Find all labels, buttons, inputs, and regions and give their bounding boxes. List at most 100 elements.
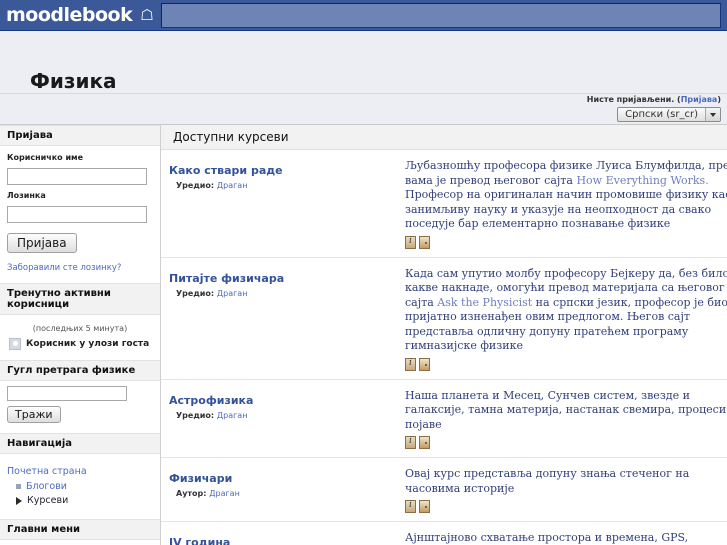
username-label: Корисничко име: [7, 153, 84, 162]
course-summary-text: представља одличну допуну пратећем прогр…: [405, 324, 689, 338]
course-summary-link[interactable]: Ask the Physicist: [437, 296, 532, 309]
course-teacher-role: Уредио:: [176, 288, 217, 298]
course-summary-line: вама је превод његовог сајта How Everyth…: [405, 174, 727, 189]
course-row: Физичари Аутор: Драган Овај курс представљ…: [161, 458, 727, 523]
guest-access-icon[interactable]: [419, 235, 430, 249]
block-google-search-title: Гугл претрага физике: [0, 360, 160, 381]
course-summary-line: поседује бар елементарно познавање физик…: [405, 217, 727, 232]
login-button[interactable]: Пријава: [7, 233, 77, 253]
course-summary: Овај курс представља допуну знања стечен…: [405, 467, 727, 514]
course-teacher-link[interactable]: Драган: [217, 411, 248, 420]
course-summary-text: занимљиву науку и указује на неопходност…: [405, 202, 712, 216]
course-summary-line: занимљиву науку и указује на неопходност…: [405, 203, 727, 218]
course-row-left: Како ствари раде Уредио: Драган: [161, 159, 405, 249]
site-brand-logo[interactable]: moodlebook: [0, 4, 133, 26]
avatar: [9, 338, 21, 350]
info-icon[interactable]: [405, 235, 416, 249]
global-search-input[interactable]: [161, 3, 721, 28]
course-summary-text: Љубазношћу професора физике Луиса Блумфи…: [405, 159, 727, 172]
password-input[interactable]: [7, 206, 147, 223]
course-teacher-meta: Уредио: Драган: [169, 181, 405, 190]
block-online-users-body: (последњих 5 минута) Корисник у улози го…: [0, 315, 160, 354]
info-icon[interactable]: [405, 436, 416, 450]
info-icon[interactable]: [405, 500, 416, 514]
course-row: Астрофизика Уредио: Драган Наша планета и …: [161, 380, 727, 459]
chevron-right-icon[interactable]: [16, 496, 22, 505]
course-teacher-link[interactable]: Драган: [217, 181, 248, 190]
guest-access-icon[interactable]: [419, 357, 430, 371]
course-row-left: Физичари Аутор: Драган: [161, 467, 405, 513]
course-summary-line: представља одличну допуну пратећем прогр…: [405, 325, 727, 340]
block-main-menu-title: Главни мени: [0, 519, 160, 540]
sidebar-item-blogs[interactable]: Блогови: [7, 481, 153, 492]
course-summary-text: Наша планета и Месец, Сунчев систем, зве…: [405, 388, 690, 402]
course-summary-text: какве накнаде, омогући превод материјала…: [405, 281, 725, 295]
course-badges: [405, 357, 727, 371]
course-summary-line: Љубазношћу професора физике Луиса Блумфи…: [405, 159, 727, 174]
navigation-link-label[interactable]: Блогови: [26, 481, 67, 492]
info-icon[interactable]: [405, 357, 416, 371]
course-summary-text: пријатно изненађен овим предлогом. Његов…: [405, 310, 690, 324]
online-user-item[interactable]: Корисник у улози госта: [7, 338, 153, 350]
home-icon[interactable]: ☖: [140, 7, 153, 23]
block-online-users: Тренутно активни корисници (последњих 5 …: [0, 283, 160, 354]
course-summary-line: часовима историје: [405, 482, 727, 497]
block-login-title: Пријава: [0, 125, 160, 146]
block-login: Пријава Корисничко име Лозинка Пријава З…: [0, 125, 160, 277]
course-summary-line: сајта Ask the Physicist на српски језик,…: [405, 296, 727, 311]
course-summary: Наша планета и Месец, Сунчев систем, зве…: [405, 389, 727, 450]
language-select-value: Српски (sr_cr): [625, 109, 698, 120]
sidebar-item-courses[interactable]: Курсеви: [7, 495, 153, 506]
course-list: Како ствари раде Уредио: Драган Љубазношћу…: [161, 150, 727, 545]
course-link[interactable]: IV година: [169, 536, 230, 545]
block-main-menu-body: Занимљива физика Елементарне честице Аст…: [0, 540, 160, 545]
course-badges: [405, 436, 727, 450]
course-link[interactable]: Астрофизика: [169, 394, 253, 407]
login-status-suffix: ): [717, 95, 721, 104]
forgot-password-link[interactable]: Заборавили сте лозинку?: [7, 263, 153, 273]
course-teacher-link[interactable]: Драган: [217, 289, 248, 298]
google-search-input[interactable]: [7, 386, 127, 401]
google-search-button[interactable]: Тражи: [7, 406, 61, 423]
login-status-text: Нисте пријављени. (Пријава): [587, 95, 721, 104]
course-row-left: Питајте физичара Уредио: Драган: [161, 267, 405, 371]
course-row-left: Астрофизика Уредио: Драган: [161, 389, 405, 450]
navigation-link-label[interactable]: Курсеви: [27, 495, 68, 506]
course-row: Како ствари раде Уредио: Драган Љубазношћу…: [161, 150, 727, 258]
course-summary-line: гимназијске физике: [405, 339, 727, 354]
course-teacher-meta: Аутор: Драган: [169, 489, 405, 498]
top-navigation-bar: moodlebook ☖ 👤: [0, 0, 727, 31]
course-summary-text: појаве: [405, 417, 442, 431]
navigation-list: Почетна страна Блогови Курсеви: [7, 459, 153, 506]
course-summary-line: Када сам упутио молбу професору Бејкеру …: [405, 267, 727, 282]
course-summary-line: пријатно изненађен овим предлогом. Његов…: [405, 310, 727, 325]
course-summary-line: галаксије, тамна материја, настанак свем…: [405, 403, 727, 418]
course-link[interactable]: Физичари: [169, 472, 232, 485]
block-navigation: Навигација Почетна страна Блогови Курсев…: [0, 433, 160, 513]
course-teacher-link[interactable]: Драган: [209, 489, 240, 498]
course-summary-line: какве накнаде, омогући превод материјала…: [405, 281, 727, 296]
course-teacher-role: Уредио:: [176, 181, 217, 190]
sidebar-item-home[interactable]: Почетна страна: [7, 459, 153, 478]
course-link[interactable]: Како ствари раде: [169, 164, 283, 177]
block-login-body: Корисничко име Лозинка Пријава Заборавил…: [0, 146, 160, 277]
course-summary-link[interactable]: How Everything Works.: [576, 174, 708, 187]
guest-access-icon[interactable]: [419, 436, 430, 450]
course-teacher-role: Уредио:: [176, 410, 217, 420]
course-summary-text: Овај курс представља допуну знања стечен…: [405, 467, 690, 481]
guest-access-icon[interactable]: [419, 500, 430, 514]
password-label: Лозинка: [7, 191, 46, 200]
block-navigation-body: Почетна страна Блогови Курсеви: [0, 454, 160, 513]
course-summary-text: Професор на оригиналан начин промовише ф…: [405, 188, 727, 202]
course-summary: Ајнштајново схватање простора и времена,…: [405, 531, 727, 545]
login-link[interactable]: Пријава: [681, 95, 718, 104]
navigation-link-label[interactable]: Почетна страна: [7, 466, 87, 477]
course-summary-text: Када сам упутио молбу професору Бејкеру …: [405, 266, 727, 280]
block-google-search: Гугл претрага физике Тражи: [0, 360, 160, 427]
language-select[interactable]: Српски (sr_cr): [617, 107, 721, 122]
course-row: Питајте физичара Уредио: Драган Када сам у…: [161, 258, 727, 380]
username-input[interactable]: [7, 168, 147, 185]
course-link[interactable]: Питајте физичара: [169, 272, 284, 285]
page-columns: Пријава Корисничко име Лозинка Пријава З…: [0, 125, 727, 545]
page-header-band: Физика: [0, 31, 727, 94]
